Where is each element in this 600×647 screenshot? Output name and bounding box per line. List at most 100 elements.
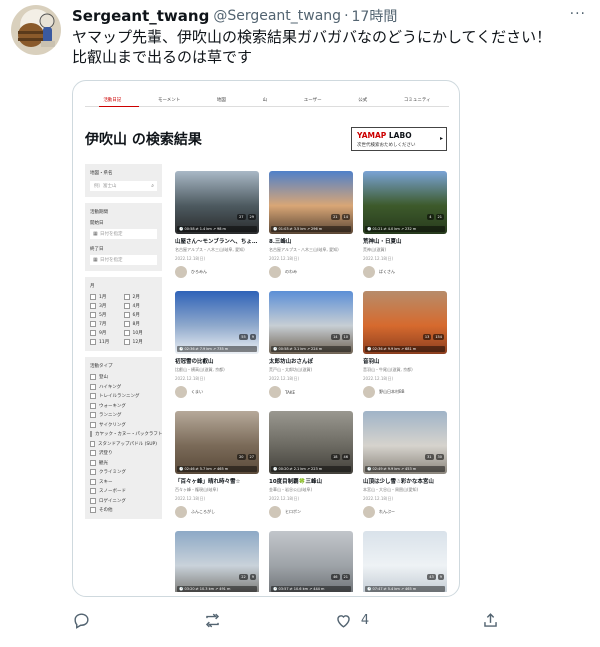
activity-type-filter: 活動タイプ 登山 ハイキング トレイルランニング ウォーキング ランニング サイクリングカ… bbox=[85, 357, 162, 519]
result-card[interactable]: 18 46 🕐 00:20 ⇄ 2.1 km ↗ 223 m 10度目制覇🍀三峰山 金華… bbox=[269, 411, 353, 518]
timestamp[interactable]: 17時間 bbox=[352, 6, 398, 26]
type-checkbox[interactable]: クライミング bbox=[90, 469, 157, 475]
type-checkbox[interactable]: ハイキング bbox=[90, 384, 157, 390]
result-title[interactable]: 初冠雪の比叡山 bbox=[175, 357, 259, 365]
result-user[interactable]: ひろみん bbox=[175, 266, 259, 278]
month-checkbox[interactable]: 11月 bbox=[90, 339, 124, 345]
result-title[interactable]: 10度目制覇🍀三峰山 bbox=[269, 477, 353, 485]
result-title[interactable]: 8.三峰山 bbox=[269, 237, 353, 245]
page-title: 伊吹山 の検索結果 bbox=[85, 132, 202, 148]
result-thumbnail[interactable]: 18 46 🕐 00:20 ⇄ 2.1 km ↗ 223 m bbox=[269, 411, 353, 474]
nav-item[interactable]: 山 bbox=[263, 97, 268, 103]
month-checkbox[interactable]: 10月 bbox=[124, 330, 158, 336]
result-title[interactable]: 荒神山・日夏山 bbox=[363, 237, 447, 245]
labo-subtitle: 次世代検索おためしください bbox=[357, 143, 416, 148]
start-date-input: ▦ 日付を指定 bbox=[90, 229, 157, 239]
labo-brand: YAMAP bbox=[357, 131, 387, 140]
result-title[interactable]: 山屋さん～モンブランへ、ちょ… bbox=[175, 237, 259, 245]
user-avatar bbox=[175, 506, 187, 518]
author-avatar[interactable] bbox=[11, 5, 61, 55]
type-checkbox[interactable]: トレイルランニング bbox=[90, 393, 157, 399]
more-icon[interactable]: ··· bbox=[570, 6, 586, 22]
type-checkbox[interactable]: 観光 bbox=[90, 460, 157, 466]
result-thumbnail[interactable]: 27 29 🕐 00:58 ⇄ 1.4 km ↗ 98 m bbox=[175, 171, 259, 234]
type-checkbox[interactable]: ランニング bbox=[90, 412, 157, 418]
count-badge: 14 bbox=[331, 334, 340, 340]
retweet-button[interactable] bbox=[203, 611, 222, 630]
type-checkbox[interactable]: スタンドアップパドル (SUP) bbox=[90, 441, 157, 447]
user-name: れんぷー bbox=[379, 509, 395, 514]
result-thumbnail[interactable]: 43 9 🕐 07:47 ⇄ 5.4 km ↗ 465 m bbox=[363, 531, 447, 592]
result-title[interactable]: 山頂は少し雪☃彩かな本宮山 bbox=[363, 477, 447, 485]
result-user[interactable]: くまい bbox=[175, 386, 259, 398]
display-name[interactable]: Sergeant_twang bbox=[72, 7, 209, 25]
type-checkbox[interactable]: ロゲイニング bbox=[90, 498, 157, 504]
result-thumbnail[interactable]: 22 9 🕐 03:20 ⇄ 10.3 km ↗ 491 m bbox=[175, 531, 259, 592]
result-user[interactable]: ぱくさん bbox=[363, 266, 447, 278]
month-label: 月 bbox=[90, 284, 95, 289]
result-date: 2022.12.18(日) bbox=[175, 256, 206, 261]
result-thumbnail[interactable]: 4 21 🕐 01:21 ⇄ 4.0 km ↗ 232 m bbox=[363, 171, 447, 234]
type-checkbox[interactable]: スノーボード bbox=[90, 488, 157, 494]
month-checkbox[interactable]: 5月 bbox=[90, 312, 124, 318]
result-date: 2022.12.18(日) bbox=[363, 376, 394, 381]
result-badges: 31 30 bbox=[425, 454, 444, 460]
count-badge: 13 bbox=[422, 334, 432, 340]
handle[interactable]: @Sergeant_twang bbox=[213, 8, 341, 24]
result-card[interactable]: 439🕐 07:47 ⇄ 5.4 km ↗ 465 m【伊吹山】雪で初冠雪伊吹山… bbox=[363, 531, 447, 592]
month-checkbox[interactable]: 4月 bbox=[124, 303, 158, 309]
result-title[interactable]: 「百々ヶ峰」晴れ時々雪☆ bbox=[175, 477, 259, 485]
result-card[interactable]: 20 27 🕐 02:46 ⇄ 5.7 km ↗ 465 m 「百々ヶ峰」晴れ時々雪☆… bbox=[175, 411, 259, 518]
month-checkbox[interactable]: 6月 bbox=[124, 312, 158, 318]
month-checkbox[interactable]: 12月 bbox=[124, 339, 158, 345]
nav-item[interactable]: 地図 bbox=[217, 97, 226, 103]
result-user[interactable]: TAKE bbox=[269, 386, 353, 398]
type-checkbox[interactable]: サイクリング bbox=[90, 422, 157, 428]
result-card[interactable]: 229🕐 03:20 ⇄ 10.3 km ↗ 491 m伊吹山伊吹山(滋賀, 岐… bbox=[175, 531, 259, 592]
type-checkbox[interactable]: その他 bbox=[90, 507, 157, 513]
nav-item[interactable]: モーメント bbox=[158, 97, 180, 103]
month-checkbox[interactable]: 9月 bbox=[90, 330, 124, 336]
month-checkbox[interactable]: 3月 bbox=[90, 303, 124, 309]
result-title[interactable]: 太郎坊山おさんぽ bbox=[269, 357, 353, 365]
result-card[interactable]: 4 21 🕐 01:21 ⇄ 4.0 km ↗ 232 m 荒神山・日夏山 荒神山(滋賀… bbox=[363, 171, 447, 278]
result-card[interactable]: 31 30 🕐 02:49 ⇄ 9.9 km ↗ 453 m 山頂は少し雪☃彩かな本宮… bbox=[363, 411, 447, 518]
result-thumbnail[interactable]: 46 21 🕐 03:57 ⇄ 10.6 km ↗ 444 m bbox=[269, 531, 353, 592]
result-card[interactable]: 21 14 🕐 01:03 ⇄ 3.5 km ↗ 296 m 8.三峰山 名古屋アルプス… bbox=[269, 171, 353, 278]
like-button[interactable]: 4 bbox=[334, 611, 369, 630]
result-card[interactable]: 13 154 🕐 02:36 ⇄ 9.9 km ↗ 681 m 音羽山 音羽山・牛尾山(… bbox=[363, 291, 447, 398]
result-user[interactable]: れんぷー bbox=[363, 506, 447, 518]
result-card[interactable]: 4621🕐 03:57 ⇄ 10.6 km ↗ 444 m伊吹山「雪景色のなかで… bbox=[269, 531, 353, 592]
type-checkbox[interactable]: ウォーキング bbox=[90, 403, 157, 409]
result-card[interactable]: 27 29 🕐 00:58 ⇄ 1.4 km ↗ 98 m 山屋さん～モンブランへ、ち… bbox=[175, 171, 259, 278]
result-title[interactable]: 音羽山 bbox=[363, 357, 447, 365]
month-checkbox[interactable]: 2月 bbox=[124, 294, 158, 300]
month-checkbox[interactable]: 1月 bbox=[90, 294, 124, 300]
type-checkbox[interactable]: 沢登り bbox=[90, 450, 157, 456]
result-user[interactable]: のわみ bbox=[269, 266, 353, 278]
result-thumbnail[interactable]: 55 9 🕐 02:36 ⇄ 7.9 km ↗ 735 m bbox=[175, 291, 259, 354]
result-thumbnail[interactable]: 13 154 🕐 02:36 ⇄ 9.9 km ↗ 681 m bbox=[363, 291, 447, 354]
month-checkbox[interactable]: 7月 bbox=[90, 321, 124, 327]
type-checkbox[interactable]: 登山 bbox=[90, 374, 157, 380]
result-thumbnail[interactable]: 31 30 🕐 02:49 ⇄ 9.9 km ↗ 453 m bbox=[363, 411, 447, 474]
result-user[interactable]: ヒロポン bbox=[269, 506, 353, 518]
nav-item[interactable]: コミュニティ bbox=[404, 97, 431, 103]
attached-screenshot[interactable]: 活動日記 モーメント 地図 山 ユーザー 公式 コミュニティ 伊吹山 の検索結果 YAMAP… bbox=[72, 80, 460, 597]
result-stats: 🕐 02:49 ⇄ 9.9 km ↗ 453 m bbox=[365, 466, 445, 472]
result-card[interactable]: 55 9 🕐 02:36 ⇄ 7.9 km ↗ 735 m 初冠雪の比叡山 比叡山・横高… bbox=[175, 291, 259, 398]
result-card[interactable]: 14 10 🕐 00:58 ⇄ 3.1 km ↗ 224 m 太郎坊山おさんぽ 荒戸山・… bbox=[269, 291, 353, 398]
month-checkbox[interactable]: 8月 bbox=[124, 321, 158, 327]
type-checkbox[interactable]: カヤック・カヌー・パックラフト bbox=[90, 431, 162, 437]
result-user[interactable]: ふんころがし bbox=[175, 506, 259, 518]
nav-item[interactable]: ユーザー bbox=[304, 97, 322, 103]
reply-button[interactable] bbox=[72, 611, 91, 630]
result-thumbnail[interactable]: 21 14 🕐 01:03 ⇄ 3.5 km ↗ 296 m bbox=[269, 171, 353, 234]
nav-item[interactable]: 公式 bbox=[358, 97, 367, 103]
result-user[interactable]: 野山日本村BB bbox=[363, 386, 447, 398]
result-thumbnail[interactable]: 14 10 🕐 00:58 ⇄ 3.1 km ↗ 224 m bbox=[269, 291, 353, 354]
result-thumbnail[interactable]: 20 27 🕐 02:46 ⇄ 5.7 km ↗ 465 m bbox=[175, 411, 259, 474]
type-checkbox[interactable]: スキー bbox=[90, 479, 157, 485]
share-button[interactable] bbox=[481, 611, 500, 630]
nav-item[interactable]: 活動日記 bbox=[103, 97, 121, 103]
